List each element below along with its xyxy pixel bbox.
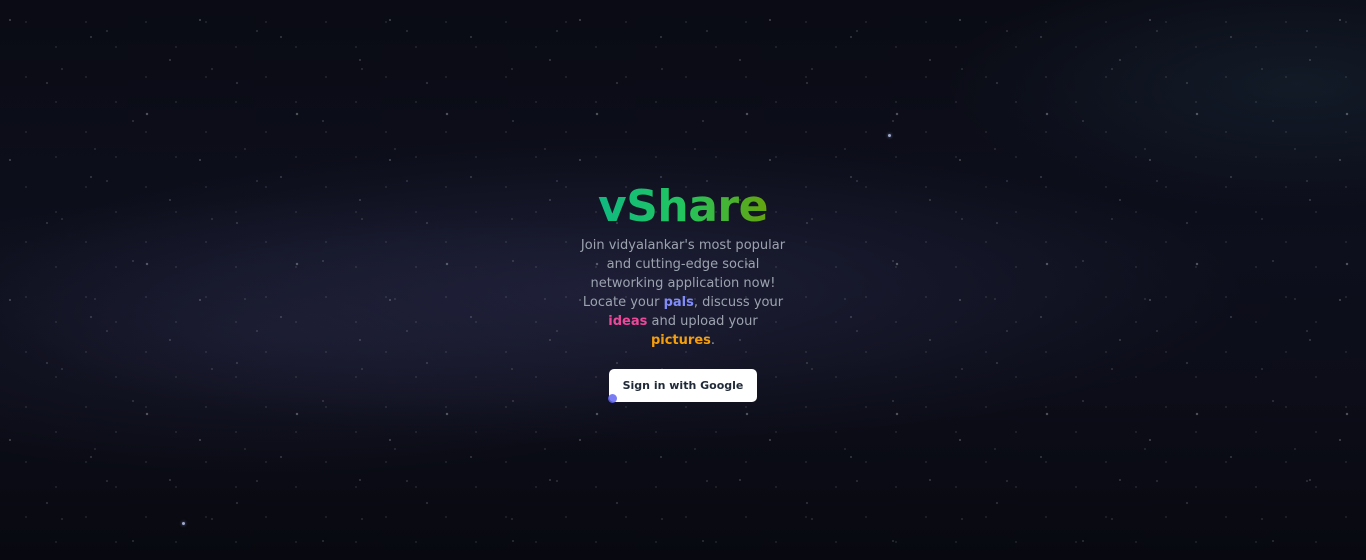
tagline: Join vidyalankar's most popular and cutt… [578, 236, 788, 350]
app-logo-title: vShare [598, 181, 768, 232]
sign-in-container: Sign in with Google [607, 369, 758, 403]
tagline-text: , discuss your [693, 295, 784, 310]
highlight-pictures: pictures [650, 333, 711, 348]
highlight-ideas: ideas [608, 314, 648, 329]
tagline-text: . [710, 333, 716, 348]
tagline-text: and upload your [647, 314, 758, 329]
indicator-dot-icon [607, 394, 617, 403]
highlight-pals: pals [663, 295, 694, 310]
star-icon [182, 522, 185, 525]
landing-hero: vShare Join vidyalankar's most popular a… [0, 181, 1366, 403]
google-sign-in-button[interactable]: Sign in with Google [608, 369, 758, 402]
star-icon [888, 134, 891, 137]
